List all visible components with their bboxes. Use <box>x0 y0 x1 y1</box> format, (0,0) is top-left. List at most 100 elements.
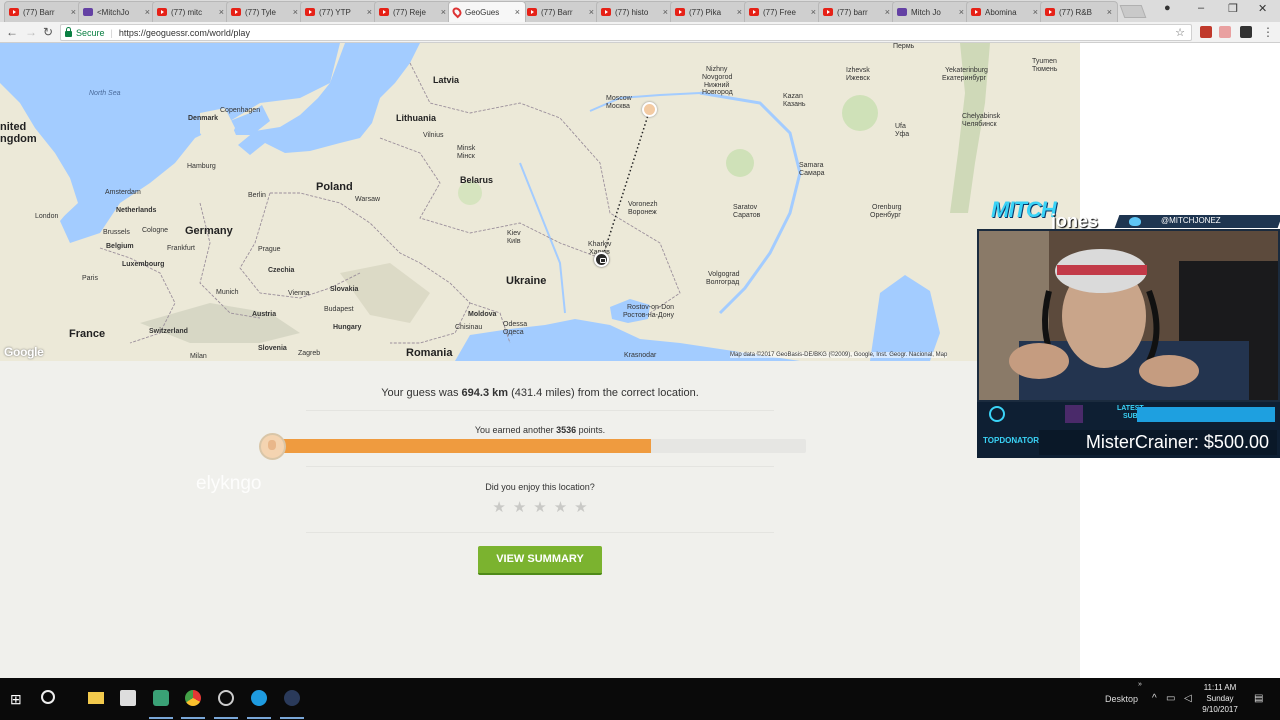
skype-icon[interactable] <box>251 690 267 706</box>
extension-icon[interactable] <box>1200 26 1212 38</box>
tab-close-icon[interactable]: × <box>811 7 816 17</box>
file-explorer-icon[interactable] <box>88 692 104 704</box>
map-label: Саратов <box>733 212 761 219</box>
taskbar-running-indicator <box>280 717 304 719</box>
map-label: Copenhagen <box>220 107 261 114</box>
tab-close-icon[interactable]: × <box>71 7 76 17</box>
map-label: Netherlands <box>116 207 157 214</box>
browser-tab[interactable]: (77) histo × <box>596 1 674 22</box>
tab-close-icon[interactable]: × <box>959 7 964 17</box>
tab-title: (77) Tyle <box>245 7 276 17</box>
browser-tab[interactable]: (77) mitc × <box>152 1 230 22</box>
close-window-icon[interactable]: ✕ <box>1258 2 1267 15</box>
taskbar-clock[interactable]: 11:11 AM Sunday 9/10/2017 <box>1198 682 1242 715</box>
tab-close-icon[interactable]: × <box>367 7 372 17</box>
browser-tab[interactable]: GeoGues × <box>448 1 526 22</box>
browser-menu-icon[interactable]: ⋮ <box>1262 25 1274 39</box>
chrome-icon[interactable] <box>185 690 201 706</box>
browser-tab[interactable]: (77) Free × <box>744 1 822 22</box>
steam-icon[interactable] <box>284 690 300 706</box>
minimize-icon[interactable]: – <box>1198 2 1204 14</box>
browser-tab[interactable]: (77) Barr × <box>522 1 600 22</box>
browser-tab[interactable]: Mitch Jo × <box>892 1 970 22</box>
volume-icon[interactable]: ◁ <box>1184 693 1192 704</box>
back-icon[interactable]: ← <box>6 25 18 39</box>
profile-icon[interactable]: ● <box>1164 2 1171 14</box>
rating-star[interactable]: ★ <box>513 500 526 516</box>
view-summary-button[interactable]: VIEW SUMMARY <box>478 546 602 575</box>
youtube-icon <box>231 8 241 16</box>
browser-tab[interactable]: (77) barr × <box>818 1 896 22</box>
maximize-icon[interactable]: ❐ <box>1228 2 1238 15</box>
clock-day: Sunday <box>1206 694 1234 703</box>
extension-icon[interactable] <box>1240 26 1252 38</box>
tab-title: (77) R&B <box>1059 7 1092 17</box>
forward-icon[interactable]: → <box>25 25 37 39</box>
tab-close-icon[interactable]: × <box>1033 7 1038 17</box>
map-label: Kharkiv <box>588 241 612 248</box>
google-logo[interactable]: Google <box>4 345 44 359</box>
reload-icon[interactable]: ↻ <box>43 25 53 39</box>
browser-tab[interactable]: Abomina × <box>966 1 1044 22</box>
result-map[interactable]: North Sea nited ngdom Denmark Copenhagen… <box>0 43 1080 361</box>
rating-star[interactable]: ★ <box>492 500 505 516</box>
map-label: Tyumen <box>1032 58 1057 65</box>
bookmark-star-icon[interactable]: ☆ <box>1175 26 1185 39</box>
map-label: Пермь <box>893 43 915 50</box>
youtube-icon <box>823 8 833 16</box>
cortana-icon[interactable] <box>41 690 55 704</box>
taskbar-running-indicator <box>181 717 205 719</box>
score-progress-bar <box>274 439 806 453</box>
browser-tab[interactable]: (77) Barr × <box>4 1 82 22</box>
tab-close-icon[interactable]: × <box>589 7 594 17</box>
rating-star[interactable]: ★ <box>574 500 587 516</box>
windows-start-icon[interactable]: ⊞ <box>10 691 26 707</box>
tab-close-icon[interactable]: × <box>441 7 446 17</box>
tab-close-icon[interactable]: × <box>885 7 890 17</box>
store-icon[interactable] <box>120 690 136 706</box>
toolbar-expand-icon[interactable]: » <box>1138 681 1142 688</box>
tray-chevron-icon[interactable]: ^ <box>1152 693 1157 704</box>
correct-location-marker[interactable] <box>594 252 609 267</box>
twitch-icon <box>83 8 93 16</box>
app-icon[interactable] <box>153 690 169 706</box>
tab-close-icon[interactable]: × <box>145 7 150 17</box>
tab-close-icon[interactable]: × <box>219 7 224 17</box>
tab-close-icon[interactable]: × <box>515 7 520 17</box>
map-label: Prague <box>258 246 281 253</box>
top-donator-value: MisterCrainer: $500.00 <box>1039 430 1277 455</box>
overlay-sub-bar: LATEST SUB <box>977 402 1280 427</box>
browser-tab[interactable]: (77) Tyle × <box>226 1 304 22</box>
browser-tab[interactable]: <MitchJo × <box>78 1 156 22</box>
notifications-icon[interactable]: ▤ <box>1254 693 1263 704</box>
network-icon[interactable]: ▭ <box>1166 693 1175 704</box>
latest-sub-bar <box>1137 407 1275 422</box>
rating-star[interactable]: ★ <box>533 500 546 516</box>
youtube-icon <box>9 8 19 16</box>
guess-marker[interactable] <box>642 102 657 117</box>
browser-tab[interactable]: (77) R&B × <box>1040 1 1118 22</box>
latest-sub-avatar <box>1065 405 1083 423</box>
address-bar[interactable]: Secure | https://geoguessr.com/world/pla… <box>60 24 1192 41</box>
extension-icon[interactable] <box>1219 26 1231 38</box>
map-label: Самара <box>799 170 825 177</box>
tab-title: (77) Free <box>763 7 796 17</box>
tab-close-icon[interactable]: × <box>737 7 742 17</box>
map-label: Ростов-на-Дону <box>623 312 674 319</box>
new-tab-button[interactable] <box>1119 5 1147 18</box>
browser-tab[interactable]: (77) Pika × <box>670 1 748 22</box>
map-label: Волгоград <box>706 279 740 286</box>
youtube-icon <box>379 8 389 16</box>
desktop-toolbar-label[interactable]: Desktop <box>1105 694 1138 704</box>
browser-tab[interactable]: (77) Reje × <box>374 1 452 22</box>
rating-star[interactable]: ★ <box>554 500 567 516</box>
map-label: Amsterdam <box>105 189 141 196</box>
browser-tab[interactable]: (77) YTP × <box>300 1 378 22</box>
tab-close-icon[interactable]: × <box>293 7 298 17</box>
map-label: Kiev <box>507 230 521 237</box>
map-label: Novgorod <box>702 74 733 81</box>
tab-close-icon[interactable]: × <box>1107 7 1112 17</box>
timer-icon <box>989 406 1005 422</box>
obs-icon[interactable] <box>218 690 234 706</box>
tab-close-icon[interactable]: × <box>663 7 668 17</box>
